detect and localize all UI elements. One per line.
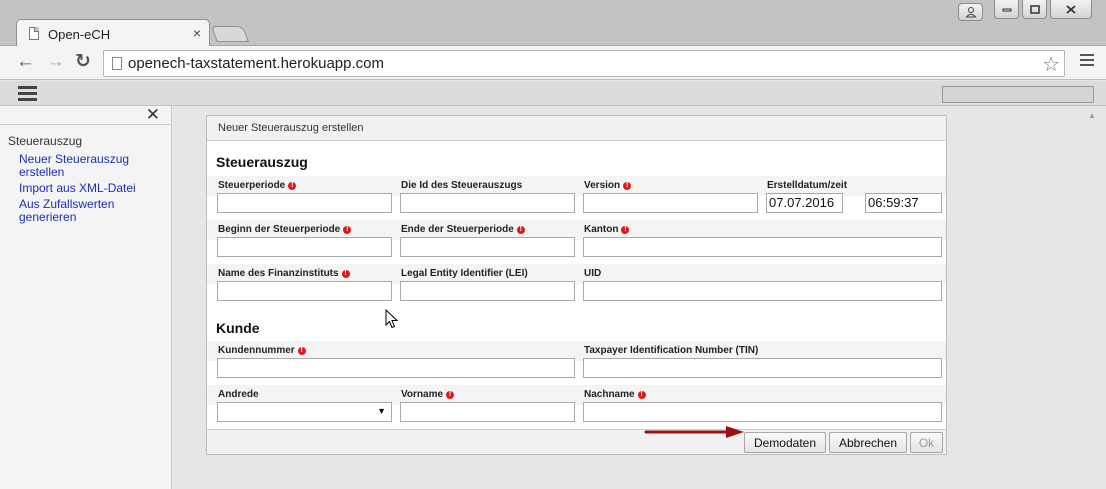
- sidebar: ✕ Steuerauszug Neuer Steuerauszug erstel…: [0, 105, 172, 489]
- address-bar[interactable]: openech-taxstatement.herokuapp.com ☆: [103, 50, 1065, 77]
- version-input[interactable]: [583, 193, 758, 213]
- erstellzeit-input[interactable]: 06:59:37: [865, 193, 942, 213]
- required-icon: !: [288, 182, 297, 190]
- nachname-input[interactable]: [583, 402, 942, 422]
- abbrechen-button[interactable]: Abbrechen: [829, 432, 907, 453]
- field-label-tin: Taxpayer Identification Number (TIN): [584, 345, 759, 356]
- id-input[interactable]: [400, 193, 575, 213]
- required-icon: !: [446, 391, 455, 399]
- field-label-uid: UID: [584, 268, 602, 279]
- reload-icon[interactable]: ↻: [75, 52, 91, 72]
- required-icon: !: [516, 226, 525, 234]
- close-sidebar-icon[interactable]: ✕: [146, 105, 160, 125]
- header-box: [942, 86, 1094, 103]
- field-label-kanton: Kanton!: [584, 224, 630, 235]
- field-label-version: Version!: [584, 180, 632, 191]
- mouse-cursor-icon: [385, 309, 399, 329]
- required-icon: !: [623, 182, 632, 190]
- new-tab-button[interactable]: [211, 26, 249, 42]
- field-label-ende: Ende der Steuerperiode!: [401, 224, 525, 235]
- field-label-lei: Legal Entity Identifier (LEI): [401, 268, 528, 279]
- required-icon: !: [343, 226, 352, 234]
- forward-icon[interactable]: →: [46, 52, 65, 72]
- steuerperiode-input[interactable]: [217, 193, 392, 213]
- vorname-input[interactable]: [400, 402, 575, 422]
- field-label-steuerperiode: Steuerperiode!: [218, 180, 297, 191]
- kanton-input[interactable]: [583, 237, 942, 257]
- required-icon: !: [297, 347, 306, 355]
- sidebar-link-import-xml[interactable]: Import aus XML-Datei: [19, 182, 171, 195]
- dialog-footer: Demodaten Abbrechen Ok: [207, 429, 946, 454]
- hamburger-menu-icon[interactable]: [18, 86, 37, 104]
- section-steuerauszug: Steuerauszug: [216, 154, 308, 170]
- field-label-vorname: Vorname!: [401, 389, 455, 400]
- tab-title: Open-eCH: [48, 27, 111, 42]
- user-icon[interactable]: [958, 3, 983, 21]
- sidebar-section-title: Steuerauszug: [8, 134, 83, 148]
- ende-input[interactable]: [400, 237, 575, 257]
- demodaten-button[interactable]: Demodaten: [744, 432, 826, 453]
- tin-input[interactable]: [583, 358, 942, 378]
- page-icon: [29, 27, 39, 40]
- uid-input[interactable]: [583, 281, 942, 301]
- new-statement-dialog: Neuer Steuerauszug erstellen Steuerauszu…: [206, 115, 947, 455]
- ok-button[interactable]: Ok: [910, 432, 943, 453]
- required-icon: !: [341, 270, 350, 278]
- back-icon[interactable]: ←: [16, 52, 35, 72]
- url-text[interactable]: openech-taxstatement.herokuapp.com: [128, 55, 384, 72]
- maximize-button[interactable]: [1022, 0, 1047, 19]
- page-icon: [112, 57, 122, 70]
- field-label-finanzinstitut: Name des Finanzinstituts!: [218, 268, 350, 279]
- erstelldatum-input[interactable]: 07.07.2016: [766, 193, 843, 213]
- anrede-select[interactable]: ▼: [217, 402, 392, 422]
- browser-titlebar: Open-eCH ×: [0, 0, 1106, 47]
- sidebar-links: Neuer Steuerauszug erstellen Import aus …: [19, 153, 171, 227]
- window-controls: [958, 0, 1092, 21]
- section-kunde: Kunde: [216, 320, 260, 336]
- kundennummer-input[interactable]: [217, 358, 575, 378]
- sidebar-divider: [0, 124, 172, 125]
- dropdown-arrow-icon: ▼: [377, 406, 386, 416]
- field-label-nachname: Nachname!: [584, 389, 646, 400]
- tab-close-icon[interactable]: ×: [193, 25, 201, 41]
- lei-input[interactable]: [400, 281, 575, 301]
- beginn-input[interactable]: [217, 237, 392, 257]
- sidebar-link-zufallswerte[interactable]: Aus Zufallswerten generieren: [19, 198, 171, 224]
- field-label-id: Die Id des Steuerauszugs: [401, 180, 523, 191]
- scrollbar[interactable]: ▲: [1080, 106, 1106, 489]
- dialog-title: Neuer Steuerauszug erstellen: [207, 116, 946, 141]
- scroll-up-icon[interactable]: ▲: [1088, 111, 1096, 120]
- required-icon: !: [637, 391, 646, 399]
- minimize-button[interactable]: [994, 0, 1019, 19]
- annotation-arrow-icon: [644, 426, 744, 438]
- browser-menu-icon[interactable]: [1080, 54, 1094, 69]
- browser-tab[interactable]: Open-eCH ×: [16, 19, 210, 47]
- app-header-bar: [0, 81, 1106, 106]
- sidebar-link-neuer-steuerauszug[interactable]: Neuer Steuerauszug erstellen: [19, 153, 171, 179]
- field-label-beginn: Beginn der Steuerperiode!: [218, 224, 352, 235]
- main-content: ▲ Neuer Steuerauszug erstellen Steueraus…: [173, 106, 1106, 489]
- required-icon: !: [621, 226, 630, 234]
- close-window-button[interactable]: [1050, 0, 1092, 19]
- field-label-anrede: Andrede: [218, 389, 259, 400]
- bookmark-star-icon[interactable]: ☆: [1042, 52, 1060, 77]
- finanzinstitut-input[interactable]: [217, 281, 392, 301]
- field-label-kundennummer: Kundennummer!: [218, 345, 306, 356]
- field-label-erstelldatum: Erstelldatum/zeit: [767, 180, 848, 191]
- browser-toolbar: ← → ↻ openech-taxstatement.herokuapp.com…: [0, 46, 1106, 80]
